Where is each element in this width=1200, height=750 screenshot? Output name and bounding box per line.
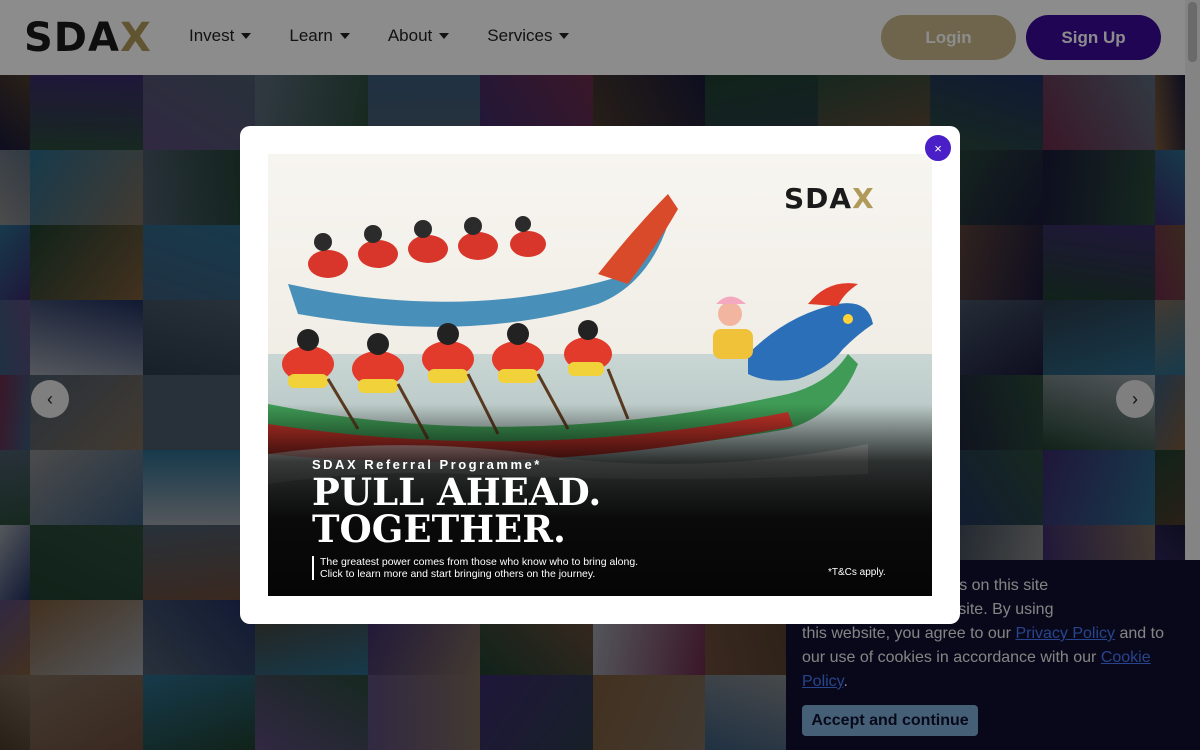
subtext-line-2: Click to learn more and start bringing o… bbox=[320, 568, 596, 580]
headline-line-2: TOGETHER. bbox=[312, 507, 566, 551]
headline-line-1: PULL AHEAD. bbox=[312, 470, 602, 514]
close-icon: × bbox=[934, 140, 942, 156]
modal-close-button[interactable]: × bbox=[924, 134, 952, 162]
banner-tnc: *T&Cs apply. bbox=[828, 567, 886, 578]
banner-sdax-logo: SDAX bbox=[784, 182, 875, 215]
banner-logo-text: SDA bbox=[784, 182, 853, 215]
page: SDAX Invest Learn About Services Login S… bbox=[0, 0, 1200, 750]
banner-subtext: The greatest power comes from those who … bbox=[312, 556, 638, 580]
promo-modal: × SDAX SDAX Referral Programme* PULL AHE… bbox=[240, 126, 960, 624]
referral-banner[interactable]: SDAX SDAX Referral Programme* PULL AHEAD… bbox=[268, 154, 932, 596]
banner-logo-x: X bbox=[852, 182, 875, 215]
subtext-line-1: The greatest power comes from those who … bbox=[320, 556, 639, 568]
banner-headline: PULL AHEAD. TOGETHER. bbox=[312, 474, 601, 548]
